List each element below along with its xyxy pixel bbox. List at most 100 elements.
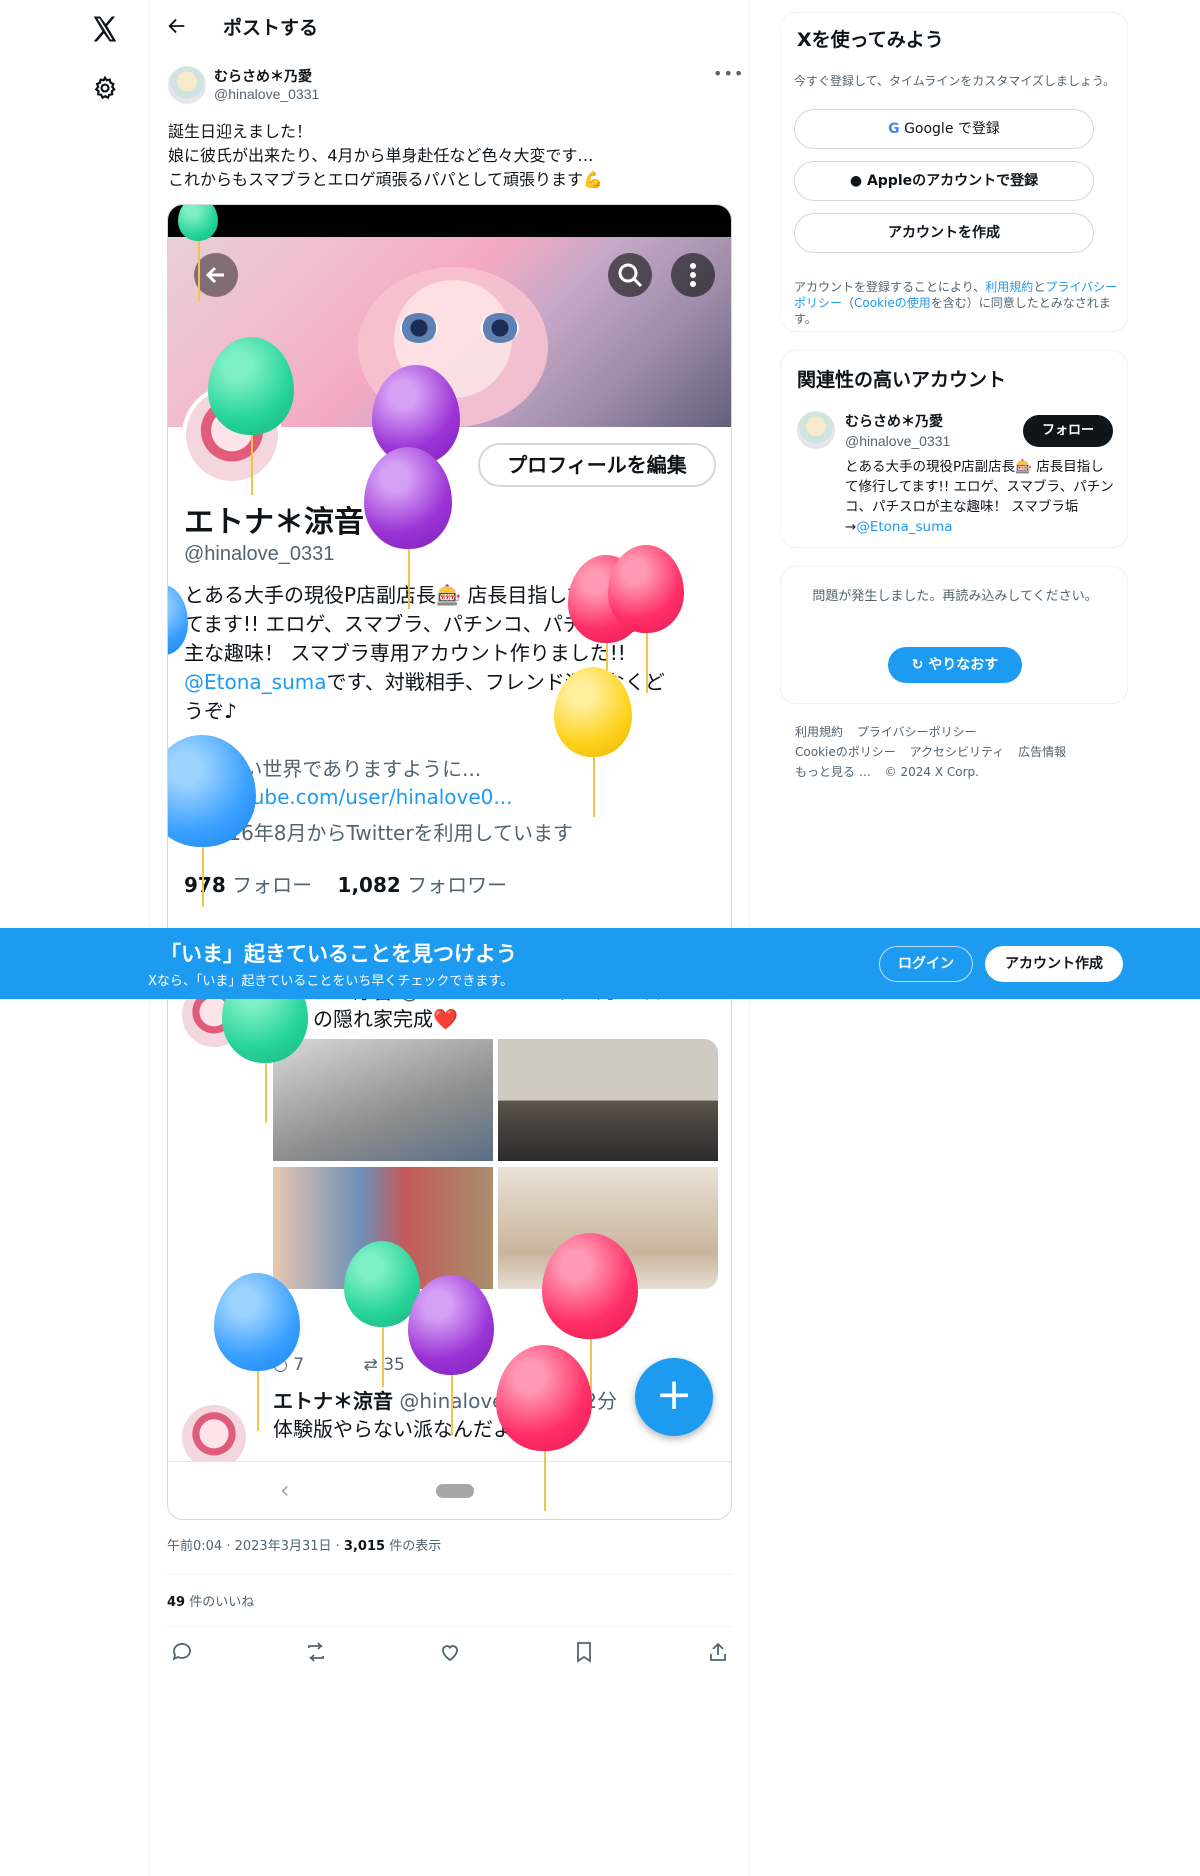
terms-link[interactable]: 利用規約 [985, 280, 1033, 294]
bio-line: 主な趣味！ スマブラ専用アカウント作りました!! [184, 641, 626, 665]
gear-icon[interactable] [92, 75, 118, 101]
profile-search-icon [608, 253, 652, 297]
divider [167, 1574, 733, 1575]
like-summary[interactable]: 49 件のいいね [167, 1591, 254, 1610]
footer-link[interactable]: プライバシーポリシー [857, 725, 977, 739]
tweet-photo [498, 1039, 718, 1161]
related-account-handle[interactable]: @hinalove_0331 [845, 433, 950, 449]
related-title: 関連性の高いアカウント [797, 369, 1007, 391]
footer-link[interactable]: 利用規約 [795, 725, 843, 739]
view-label: 件の表示 [389, 1539, 442, 1554]
apple-signup-button[interactable]: ● Appleのアカウントで登録 [794, 161, 1094, 201]
signup-card: Xを使ってみよう 今すぐ登録して、タイムラインをカスタマイズしましょう。 G G… [780, 12, 1128, 332]
balloon-icon [168, 735, 256, 907]
signup-description: 今すぐ登録して、タイムラインをカスタマイズしましょう。 [794, 74, 1116, 88]
balloon-icon [344, 1241, 420, 1387]
like-label: 件のいいね [189, 1595, 255, 1610]
repost-count: 35 [383, 1355, 405, 1375]
reply-icon[interactable] [170, 1640, 194, 1664]
like-icon[interactable] [438, 1640, 462, 1664]
legal-text: と [1033, 280, 1046, 294]
footer-link[interactable]: アクセシビリティ [910, 745, 1005, 759]
followers-label: フォロワー [407, 873, 508, 897]
chevron-left-icon: ‹ [280, 1476, 290, 1504]
balloon-icon [408, 1275, 494, 1435]
related-accounts-card: 関連性の高いアカウント むらさめ＊乃愛 @hinalove_0331 フォロー … [780, 350, 1128, 548]
apple-signup-label: Appleのアカウントで登録 [866, 173, 1039, 189]
bio-mention-link[interactable]: @Etona_suma [856, 519, 952, 535]
tweet-avatar [182, 1405, 246, 1469]
retry-button[interactable]: ↻ やりなおす [888, 647, 1022, 683]
edit-profile-button: プロフィールを編集 [478, 443, 716, 487]
google-signup-label: Google で登録 [904, 121, 1000, 137]
balloon-icon [496, 1345, 592, 1511]
follow-button[interactable]: フォロー [1023, 415, 1113, 447]
phone-nav-bar: ‹ [168, 1461, 731, 1519]
google-icon: G [888, 121, 900, 137]
signup-title: Xを使ってみよう [797, 29, 944, 51]
retry-label: やりなおす [928, 657, 999, 673]
post-text-line: これからもスマブラとエロゲ頑張るパパとして頑張ります💪 [168, 170, 603, 189]
following-label: フォロー [232, 873, 313, 897]
page-title: ポストする [223, 17, 319, 39]
tweet-author: エトナ＊涼音 [273, 1389, 393, 1413]
view-count: 3,015 [343, 1539, 386, 1554]
profile-back-icon [194, 253, 238, 297]
footer-links: 利用規約 プライバシーポリシー Cookieのポリシー アクセシビリティ 広告情… [795, 722, 1115, 782]
repost-icon[interactable] [304, 1640, 328, 1664]
signup-legal-text: アカウントを登録することにより、利用規約とプライバシーポリシー（Cookieの使… [794, 279, 1124, 327]
create-account-button[interactable]: アカウントを作成 [794, 213, 1094, 253]
balloon-icon [208, 337, 294, 495]
error-message: 問題が発生しました。再読み込みしてください。 [812, 589, 1098, 604]
error-card: 問題が発生しました。再読み込みしてください。 ↻ やりなおす [780, 566, 1128, 704]
post-text-line: 娘に彼氏が出来たり、4月から単身赴任など色々大変です… [168, 146, 594, 165]
avatar[interactable] [168, 66, 206, 104]
legal-text: アカウントを登録することにより、 [794, 280, 986, 294]
post-time[interactable]: 午前0:04 [167, 1539, 222, 1554]
legal-text: （ [842, 296, 855, 310]
google-signup-button[interactable]: G Google で登録 [794, 109, 1094, 149]
refresh-icon: ↻ [911, 657, 924, 673]
bookmark-icon[interactable] [572, 1640, 596, 1664]
balloon-icon [542, 1233, 638, 1399]
more-options-icon[interactable]: ••• [713, 64, 744, 83]
balloon-icon [178, 205, 218, 301]
related-account-name[interactable]: むらさめ＊乃愛 [845, 411, 943, 431]
balloon-icon [214, 1273, 300, 1431]
post-header: ポストする [150, 0, 750, 54]
x-logo-icon[interactable] [90, 14, 120, 44]
joined-text: 2016年8月からTwitterを利用しています [202, 821, 573, 845]
home-indicator [436, 1484, 474, 1498]
post-text-line: 誕生日迎えました！ [168, 122, 313, 141]
post-image[interactable]: プロフィールを編集 エトナ＊涼音 @hinalove_0331 とある大手の現役… [167, 204, 732, 1520]
banner-title: 「いま」起きていることを見つけよう [160, 942, 517, 966]
profile-handle: @hinalove_0331 [184, 543, 335, 565]
arrow-left-icon[interactable] [166, 15, 188, 37]
balloon-icon [364, 447, 452, 609]
avatar[interactable] [797, 411, 835, 449]
author-name[interactable]: むらさめ＊乃愛 [214, 66, 312, 86]
login-banner: 「いま」起きていることを見つけよう Xなら、「いま」起きていることをいち早くチェ… [0, 928, 1200, 999]
login-button[interactable]: ログイン [879, 946, 973, 982]
reply-count: 7 [293, 1355, 305, 1375]
post-date[interactable]: 2023年3月31日 [235, 1539, 332, 1554]
bio-mention: @Etona_suma [184, 670, 327, 694]
footer-link[interactable]: もっと見る … [795, 765, 871, 779]
balloon-icon [608, 545, 684, 693]
divider [167, 1626, 733, 1627]
like-count: 49 [167, 1595, 186, 1610]
share-icon[interactable] [706, 1640, 730, 1664]
cookie-link[interactable]: Cookieの使用 [854, 296, 931, 310]
followers-count: 1,082 [337, 873, 401, 897]
author-handle[interactable]: @hinalove_0331 [214, 86, 319, 102]
banner-subtitle: Xなら、「いま」起きていることをいち早くチェックできます。 [148, 974, 514, 989]
post-text: 誕生日迎えました！ 娘に彼氏が出来たり、4月から単身赴任など色々大変です… これ… [168, 120, 728, 192]
balloon-icon [554, 667, 632, 817]
tweet-photo [273, 1039, 493, 1161]
signup-button[interactable]: アカウント作成 [985, 946, 1123, 982]
footer-link[interactable]: Cookieのポリシー [795, 745, 896, 759]
footer-link[interactable]: 広告情報 [1018, 745, 1066, 759]
profile-follow-counts: 978 フォロー 1,082 フォロワー [184, 869, 507, 898]
bio-line: うぞ♪ [184, 699, 237, 723]
post-timestamp: 午前0:04 · 2023年3月31日 · 3,015 件の表示 [167, 1539, 442, 1554]
